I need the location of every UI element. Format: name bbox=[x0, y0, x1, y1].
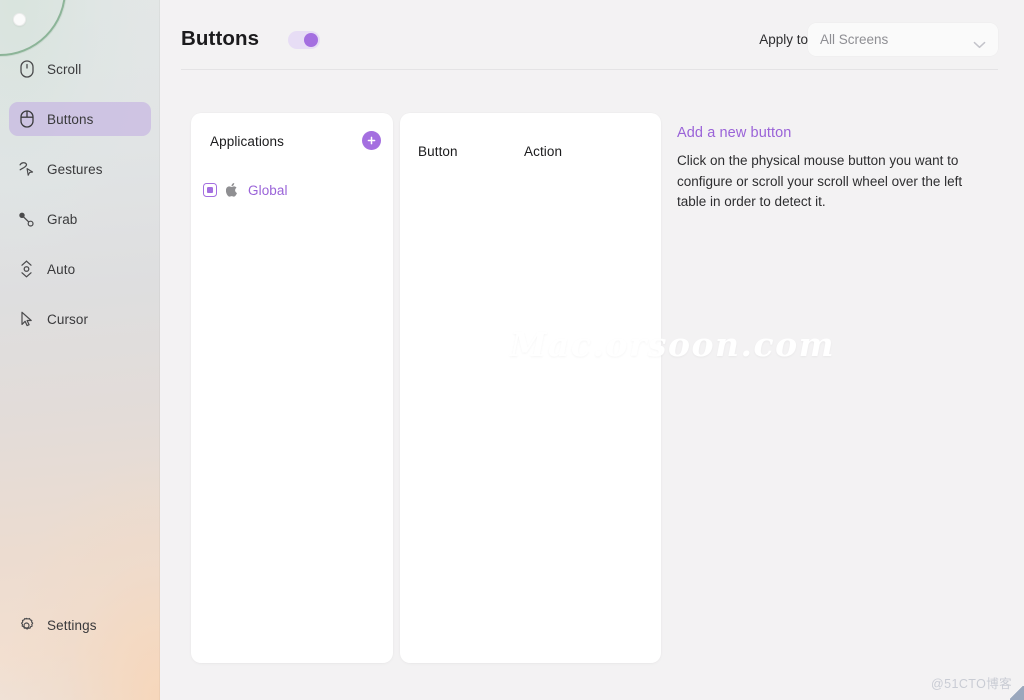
window-button-circle[interactable] bbox=[13, 13, 26, 26]
watermark-corner: @51CTO博客 bbox=[931, 673, 1012, 692]
app-window: Scroll Buttons bbox=[0, 0, 1024, 700]
applications-title: Applications bbox=[210, 134, 284, 149]
info-body: Click on the physical mouse button you w… bbox=[677, 151, 963, 213]
list-item[interactable]: Global bbox=[203, 177, 383, 203]
checkbox-indeterminate-icon[interactable] bbox=[203, 183, 217, 197]
sidebar-item-grab[interactable]: Grab bbox=[9, 202, 151, 236]
column-header-button: Button bbox=[418, 144, 458, 159]
page-header: Buttons Apply to All Screens bbox=[160, 0, 1024, 69]
sidebar-item-label: Auto bbox=[47, 262, 75, 277]
sidebar: Scroll Buttons bbox=[0, 0, 160, 700]
sidebar-item-label: Cursor bbox=[47, 312, 88, 327]
sidebar-item-buttons[interactable]: Buttons bbox=[9, 102, 151, 136]
add-application-button[interactable] bbox=[362, 131, 381, 150]
main-content: Buttons Apply to All Screens Application… bbox=[160, 0, 1024, 700]
gear-icon bbox=[18, 616, 35, 634]
applications-panel: Applications bbox=[191, 113, 393, 663]
corner-fold-decoration bbox=[1010, 686, 1024, 700]
sidebar-item-cursor[interactable]: Cursor bbox=[9, 302, 151, 336]
sidebar-nav-bottom: Settings bbox=[0, 608, 160, 642]
list-item-label: Global bbox=[248, 183, 288, 198]
sidebar-item-label: Scroll bbox=[47, 62, 81, 77]
sidebar-item-label: Grab bbox=[47, 212, 77, 227]
checkbox-inner-square bbox=[207, 187, 213, 193]
apply-to-label: Apply to bbox=[759, 32, 808, 47]
mouse-scroll-icon bbox=[18, 60, 35, 78]
screen-select[interactable]: All Screens bbox=[808, 23, 998, 56]
sidebar-item-scroll[interactable]: Scroll bbox=[9, 52, 151, 86]
chevron-down-icon bbox=[973, 36, 986, 44]
info-panel: Add a new button Click on the physical m… bbox=[677, 125, 972, 213]
mouse-buttons-icon bbox=[18, 110, 35, 128]
sidebar-item-gestures[interactable]: Gestures bbox=[9, 152, 151, 186]
actions-panel: Button Action bbox=[400, 113, 661, 663]
header-divider bbox=[181, 69, 998, 70]
plus-icon bbox=[366, 135, 377, 146]
sidebar-item-label: Settings bbox=[47, 618, 97, 633]
apple-logo-icon bbox=[226, 182, 239, 198]
column-header-action: Action bbox=[524, 144, 562, 159]
info-title: Add a new button bbox=[677, 125, 972, 141]
cursor-arrow-icon bbox=[18, 310, 35, 328]
page-title: Buttons bbox=[181, 27, 259, 51]
toggle-knob bbox=[304, 33, 318, 47]
sidebar-item-label: Gestures bbox=[47, 162, 103, 177]
sidebar-item-label: Buttons bbox=[47, 112, 93, 127]
auto-updown-icon bbox=[18, 260, 35, 278]
grab-drag-icon bbox=[18, 210, 35, 228]
gesture-swipe-icon bbox=[18, 160, 35, 178]
screen-select-value: All Screens bbox=[820, 32, 973, 47]
sidebar-item-settings[interactable]: Settings bbox=[9, 608, 151, 642]
sidebar-item-auto[interactable]: Auto bbox=[9, 252, 151, 286]
sidebar-nav: Scroll Buttons bbox=[0, 52, 160, 352]
feature-toggle[interactable] bbox=[288, 31, 320, 49]
